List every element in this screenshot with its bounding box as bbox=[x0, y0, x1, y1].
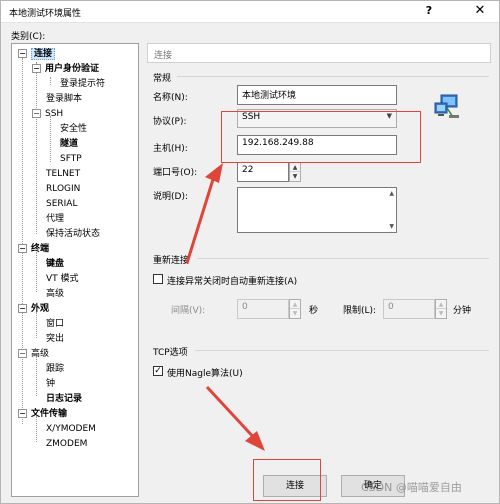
properties-dialog: 本地测试环境属性 ? ✕ 类别(C): − 连接 − 用户身份验证 登录提示符 … bbox=[0, 0, 500, 504]
close-button[interactable]: ✕ bbox=[469, 3, 491, 21]
tree-line bbox=[36, 252, 37, 292]
tree-item-window[interactable]: 窗口 bbox=[46, 317, 64, 331]
tree-item-user-auth[interactable]: − 用户身份验证 bbox=[32, 62, 99, 76]
interval-stepper[interactable]: ▲ ▼ bbox=[289, 299, 301, 319]
reconnect-divider bbox=[197, 258, 489, 259]
nagle-checkbox[interactable]: ✓ bbox=[153, 366, 163, 376]
tree-item-bell[interactable]: 钟 bbox=[46, 377, 55, 391]
tree-item-xymodem[interactable]: X/YMODEM bbox=[46, 422, 96, 436]
tree-item-security[interactable]: 安全性 bbox=[60, 122, 87, 136]
tree-line bbox=[36, 356, 37, 396]
tree-line bbox=[50, 116, 51, 162]
general-divider bbox=[177, 76, 489, 77]
scroll-up-icon[interactable]: ▲ bbox=[389, 190, 394, 197]
help-button[interactable]: ? bbox=[419, 4, 439, 20]
tree-item-rlogin[interactable]: RLOGIN bbox=[46, 182, 80, 196]
tcp-divider bbox=[195, 350, 489, 351]
collapse-icon[interactable]: − bbox=[18, 49, 27, 58]
tree-item-highlight[interactable]: 突出 bbox=[46, 332, 64, 346]
title-bar: 本地测试环境属性 ? ✕ bbox=[1, 1, 499, 23]
protocol-label: 协议(P): bbox=[153, 117, 187, 127]
watermark: CSDN @喵喵爱自由 bbox=[361, 481, 462, 494]
tree-item-terminal[interactable]: − 终端 bbox=[18, 242, 49, 256]
tree-item-ssh[interactable]: − SSH bbox=[32, 107, 63, 121]
name-field[interactable]: 本地测试环境 bbox=[237, 85, 397, 105]
spin-up-icon[interactable]: ▲ bbox=[290, 163, 300, 172]
interval-field[interactable]: 0 bbox=[237, 299, 289, 319]
name-label: 名称(N): bbox=[153, 93, 188, 103]
network-computer-icon bbox=[434, 94, 459, 118]
port-field[interactable]: 22 bbox=[237, 162, 289, 182]
tree-line bbox=[22, 58, 23, 424]
port-label: 端口号(O): bbox=[153, 168, 198, 178]
tree-item-advanced[interactable]: − 高级 bbox=[18, 347, 49, 361]
tree-item-trace[interactable]: 跟踪 bbox=[46, 362, 64, 376]
general-group-title: 常规 bbox=[153, 74, 172, 84]
spin-down-icon[interactable]: ▼ bbox=[290, 309, 300, 318]
tree-item-keyboard[interactable]: 键盘 bbox=[46, 257, 64, 271]
tree-item-appearance[interactable]: − 外观 bbox=[18, 302, 49, 316]
collapse-icon[interactable]: − bbox=[32, 109, 41, 118]
tree-item-serial[interactable]: SERIAL bbox=[46, 197, 77, 211]
port-stepper[interactable]: ▲ ▼ bbox=[289, 162, 301, 182]
spin-up-icon[interactable]: ▲ bbox=[436, 300, 446, 309]
limit-stepper[interactable]: ▲ ▼ bbox=[435, 299, 447, 319]
tree-item-keepalive[interactable]: 保持活动状态 bbox=[46, 227, 100, 241]
spin-down-icon[interactable]: ▼ bbox=[436, 309, 446, 318]
protocol-select[interactable]: SSH ▼ bbox=[237, 109, 397, 128]
category-label: 类别(C): bbox=[11, 32, 46, 42]
spin-down-icon[interactable]: ▼ bbox=[290, 172, 300, 181]
section-header: 连接 bbox=[147, 43, 491, 63]
protocol-value: SSH bbox=[242, 112, 261, 122]
auto-reconnect-checkbox[interactable] bbox=[153, 274, 163, 284]
interval-unit: 秒 bbox=[309, 306, 319, 316]
description-label: 说明(D): bbox=[153, 192, 188, 202]
tree-item-login-script[interactable]: 登录脚本 bbox=[46, 92, 82, 106]
spin-up-icon[interactable]: ▲ bbox=[290, 300, 300, 309]
host-label: 主机(H): bbox=[153, 144, 188, 154]
tree-item-tunnel[interactable]: 隧道 bbox=[60, 137, 78, 151]
tree-item-login-prompt[interactable]: 登录提示符 bbox=[60, 77, 105, 91]
reconnect-group-title: 重新连接 bbox=[153, 256, 190, 266]
tree-item-vt-mode[interactable]: VT 模式 bbox=[46, 272, 79, 286]
collapse-icon[interactable]: − bbox=[18, 244, 27, 253]
tree-item-connection[interactable]: − 连接 bbox=[18, 47, 56, 61]
tree-line bbox=[36, 62, 37, 234]
category-tree[interactable]: − 连接 − 用户身份验证 登录提示符 登录脚本 − SSH 安全性 隧道 SF… bbox=[11, 43, 139, 497]
interval-label: 间隔(V): bbox=[171, 306, 206, 316]
nagle-label: 使用Nagle算法(U) bbox=[167, 369, 243, 379]
connect-button[interactable]: 连接 bbox=[263, 475, 327, 497]
scroll-down-icon[interactable]: ▼ bbox=[389, 223, 394, 230]
host-field[interactable]: 192.168.249.88 bbox=[237, 135, 397, 155]
tree-item-zmodem[interactable]: ZMODEM bbox=[46, 437, 87, 451]
tree-item-file-transfer[interactable]: − 文件传输 bbox=[18, 407, 67, 421]
tcp-group-title: TCP选项 bbox=[153, 348, 188, 358]
collapse-icon[interactable]: − bbox=[18, 409, 27, 418]
tree-item-logging[interactable]: 日志记录 bbox=[46, 392, 82, 406]
window-title: 本地测试环境属性 bbox=[9, 9, 82, 19]
tree-item-sftp[interactable]: SFTP bbox=[60, 152, 82, 166]
tree-item-proxy[interactable]: 代理 bbox=[46, 212, 64, 226]
collapse-icon[interactable]: − bbox=[32, 64, 41, 73]
description-field[interactable]: ▲ ▼ bbox=[237, 187, 397, 233]
tree-line bbox=[50, 77, 51, 85]
tree-item-terminal-advanced[interactable]: 高级 bbox=[46, 287, 64, 301]
tree-item-telnet[interactable]: TELNET bbox=[46, 167, 80, 181]
limit-field[interactable]: 0 bbox=[383, 299, 435, 319]
chevron-down-icon: ▼ bbox=[386, 112, 392, 120]
collapse-icon[interactable]: − bbox=[18, 349, 27, 358]
collapse-icon[interactable]: − bbox=[18, 304, 27, 313]
auto-reconnect-label: 连接异常关闭时自动重新连接(A) bbox=[167, 277, 298, 287]
limit-unit: 分钟 bbox=[453, 306, 472, 316]
limit-label: 限制(L): bbox=[343, 306, 377, 316]
